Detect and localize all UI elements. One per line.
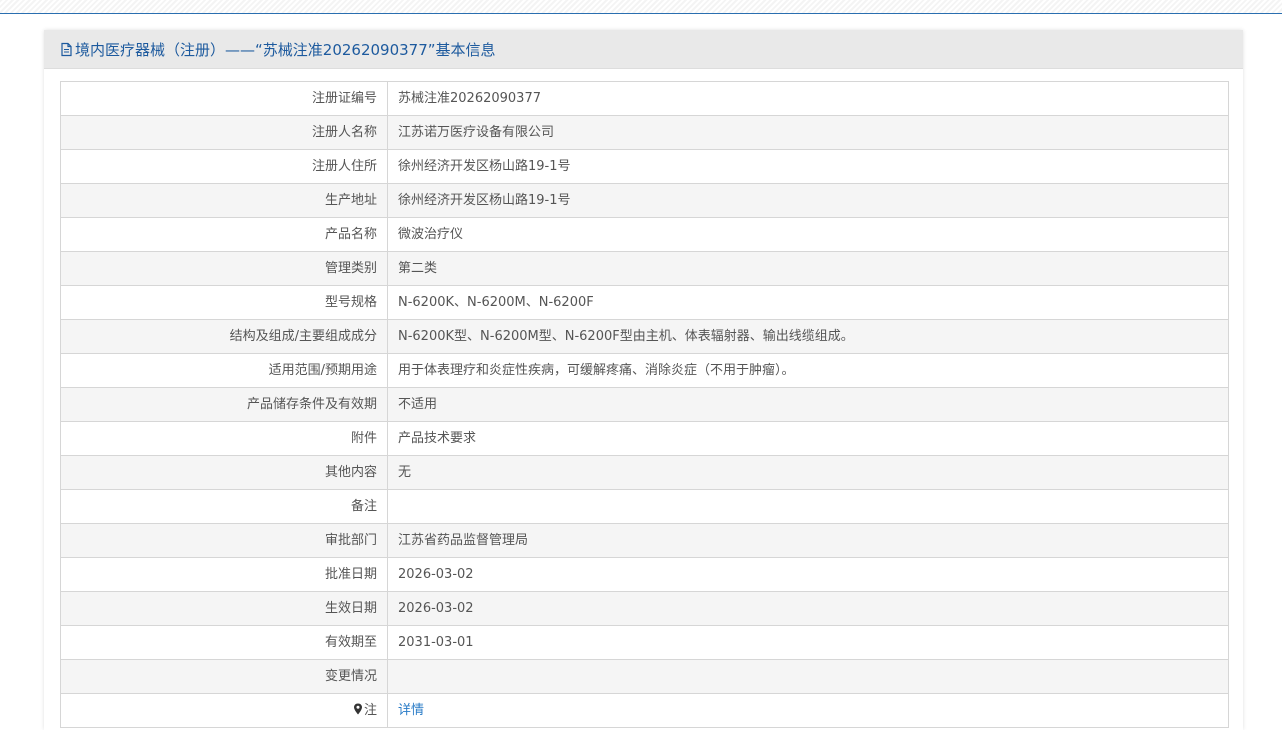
top-banner (0, 0, 1282, 14)
row-label: 产品名称 (61, 218, 388, 251)
table-row: 注册人名称 江苏诺万医疗设备有限公司 (61, 116, 1228, 150)
table-row: 其他内容 无 (61, 456, 1228, 490)
table-row: 生产地址 徐州经济开发区杨山路19-1号 (61, 184, 1228, 218)
row-label: 变更情况 (61, 660, 388, 693)
row-value: 无 (398, 465, 412, 480)
row-label: 生效日期 (61, 592, 388, 625)
table-row: 变更情况 (61, 660, 1228, 694)
row-value: 2026-03-02 (398, 567, 474, 582)
row-label: 注册人名称 (61, 116, 388, 149)
row-label: 适用范围/预期用途 (61, 354, 388, 387)
table-row: 型号规格 N-6200K、N-6200M、N-6200F (61, 286, 1228, 320)
row-value: 苏械注准20262090377 (398, 91, 541, 106)
note-label: 注 (363, 703, 377, 718)
table-row: 注册证编号 苏械注准20262090377 (61, 82, 1228, 116)
map-pin-icon (353, 695, 363, 715)
row-value (388, 660, 1228, 693)
note-row: 注 详情 (61, 694, 1228, 728)
table-row: 审批部门 江苏省药品监督管理局 (61, 524, 1228, 558)
table-row: 生效日期 2026-03-02 (61, 592, 1228, 626)
table-row: 附件 产品技术要求 (61, 422, 1228, 456)
row-value (388, 490, 1228, 523)
row-value: 第二类 (398, 261, 438, 276)
row-label: 附件 (61, 422, 388, 455)
info-panel: 境内医疗器械（注册）——“苏械注准20262090377”基本信息 注册证编号 … (44, 30, 1243, 730)
row-label: 批准日期 (61, 558, 388, 591)
row-label: 审批部门 (61, 524, 388, 557)
row-value: N-6200K、N-6200M、N-6200F (398, 295, 594, 310)
row-value: 徐州经济开发区杨山路19-1号 (398, 159, 571, 174)
page-title: 境内医疗器械（注册）——“苏械注准20262090377”基本信息 (75, 40, 496, 59)
row-label: 注册人住所 (61, 150, 388, 183)
row-value: N-6200K型、N-6200M型、N-6200F型由主机、体表辐射器、输出线缆… (398, 329, 854, 344)
row-value: 用于体表理疗和炎症性疾病，可缓解疼痛、消除炎症（不用于肿瘤）。 (398, 363, 795, 378)
row-label: 有效期至 (61, 626, 388, 659)
row-value: 2026-03-02 (398, 601, 474, 616)
table-row: 备注 (61, 490, 1228, 524)
table-row: 有效期至 2031-03-01 (61, 626, 1228, 660)
row-label: 型号规格 (61, 286, 388, 319)
row-value: 2031-03-01 (398, 635, 474, 650)
table-row: 注册人住所 徐州经济开发区杨山路19-1号 (61, 150, 1228, 184)
table-row: 适用范围/预期用途 用于体表理疗和炎症性疾病，可缓解疼痛、消除炎症（不用于肿瘤）… (61, 354, 1228, 388)
row-label: 管理类别 (61, 252, 388, 285)
panel-header: 境内医疗器械（注册）——“苏械注准20262090377”基本信息 (44, 30, 1243, 69)
row-label: 注册证编号 (61, 82, 388, 115)
row-value: 江苏诺万医疗设备有限公司 (398, 125, 555, 140)
note-value: 详情 (388, 694, 1228, 727)
table-row: 批准日期 2026-03-02 (61, 558, 1228, 592)
table-row: 产品名称 微波治疗仪 (61, 218, 1228, 252)
document-icon (60, 42, 73, 57)
row-value: 微波治疗仪 (398, 227, 464, 242)
details-link[interactable]: 详情 (398, 703, 424, 718)
row-label: 备注 (61, 490, 388, 523)
row-label: 结构及组成/主要组成成分 (61, 320, 388, 353)
row-value: 江苏省药品监督管理局 (398, 533, 529, 548)
info-table: 注册证编号 苏械注准20262090377 注册人名称 江苏诺万医疗设备有限公司… (60, 81, 1229, 728)
table-row: 产品储存条件及有效期 不适用 (61, 388, 1228, 422)
row-value: 徐州经济开发区杨山路19-1号 (398, 193, 571, 208)
row-value: 产品技术要求 (398, 431, 477, 446)
row-label: 产品储存条件及有效期 (61, 388, 388, 421)
row-value: 不适用 (398, 397, 438, 412)
table-row: 管理类别 第二类 (61, 252, 1228, 286)
table-row: 结构及组成/主要组成成分 N-6200K型、N-6200M型、N-6200F型由… (61, 320, 1228, 354)
note-label-cell: 注 (61, 694, 388, 727)
row-label: 其他内容 (61, 456, 388, 489)
row-label: 生产地址 (61, 184, 388, 217)
